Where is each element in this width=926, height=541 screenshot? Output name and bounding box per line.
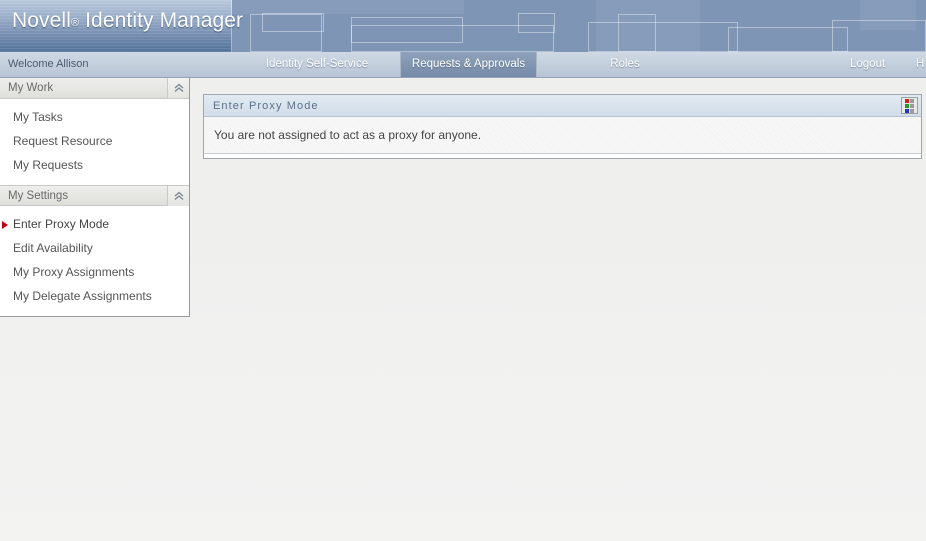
brand-name: Novell	[12, 9, 71, 32]
sidebar-item-enter-proxy-mode[interactable]: Enter Proxy Mode	[0, 212, 189, 236]
tab-roles[interactable]: Roles	[575, 52, 675, 77]
selected-item-marker-icon	[2, 221, 8, 229]
collapse-button-my-work[interactable]	[167, 78, 189, 98]
brand-title: Novell® Identity Manager	[12, 9, 243, 33]
panel-title: Enter Proxy Mode	[213, 100, 319, 112]
sidebar-item-my-tasks[interactable]: My Tasks	[0, 105, 189, 129]
sidebar-section-title-my-work: My Work	[8, 82, 54, 94]
welcome-label: Welcome Allison	[8, 58, 89, 70]
sidebar-item-label: Edit Availability	[13, 241, 93, 255]
sidebar-item-my-proxy-assignments[interactable]: My Proxy Assignments	[0, 260, 189, 284]
color-grid-icon[interactable]	[901, 97, 918, 114]
sidebar-item-label: Enter Proxy Mode	[13, 217, 110, 231]
sidebar: My Work My Tasks Request Resource My Req…	[0, 78, 190, 317]
sidebar-item-edit-availability[interactable]: Edit Availability	[0, 236, 189, 260]
panel-body: You are not assigned to act as a proxy f…	[204, 117, 921, 154]
sidebar-section-header-my-settings: My Settings	[0, 185, 189, 206]
sidebar-item-label: Request Resource	[13, 134, 113, 148]
proxy-status-message: You are not assigned to act as a proxy f…	[214, 128, 482, 142]
sidebar-item-request-resource[interactable]: Request Resource	[0, 129, 189, 153]
sidebar-item-label: My Proxy Assignments	[13, 265, 135, 279]
sidebar-items-my-settings: Enter Proxy Mode Edit Availability My Pr…	[0, 206, 189, 316]
masthead-decoration	[232, 0, 926, 52]
sidebar-item-my-requests[interactable]: My Requests	[0, 153, 189, 177]
sidebar-items-my-work: My Tasks Request Resource My Requests	[0, 99, 189, 185]
sidebar-section-header-my-work: My Work	[0, 78, 189, 99]
sidebar-item-my-delegate-assignments[interactable]: My Delegate Assignments	[0, 284, 189, 308]
help-link[interactable]: H	[916, 52, 924, 77]
masthead-banner: Novell® Identity Manager	[0, 0, 926, 52]
logout-link[interactable]: Logout	[850, 52, 885, 77]
tab-identity-self-service[interactable]: Identity Self-Service	[247, 52, 387, 77]
color-grid-cells	[905, 99, 914, 113]
sidebar-section-title-my-settings: My Settings	[8, 190, 69, 202]
tab-requests-and-approvals[interactable]: Requests & Approvals	[400, 52, 537, 77]
brand-logo: Novell® Identity Manager	[0, 0, 243, 52]
sidebar-item-label: My Tasks	[13, 110, 63, 124]
panel-footer	[204, 154, 921, 158]
brand-product: Identity Manager	[85, 9, 244, 32]
sidebar-item-label: My Requests	[13, 158, 84, 172]
chevron-double-up-icon	[174, 191, 183, 201]
content-panel: Enter Proxy Mode You are not assigned to…	[203, 94, 922, 159]
chevron-double-up-icon	[174, 83, 183, 93]
main-navbar: Welcome Allison Identity Self-Service Re…	[0, 52, 926, 78]
registered-mark: ®	[70, 17, 80, 29]
panel-header: Enter Proxy Mode	[204, 95, 921, 117]
collapse-button-my-settings[interactable]	[167, 186, 189, 206]
sidebar-item-label: My Delegate Assignments	[13, 289, 152, 303]
